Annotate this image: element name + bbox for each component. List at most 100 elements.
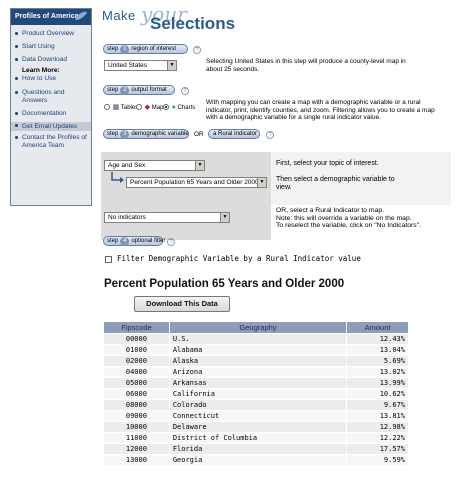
output-option-tables[interactable]: ▦ Tables	[104, 104, 138, 112]
filter-checkbox[interactable]	[105, 256, 112, 263]
column-header-amount[interactable]: Amount	[346, 321, 409, 334]
rural-select-value: No indicators	[108, 214, 146, 221]
amount-cell: 9.59%	[346, 454, 409, 466]
geography-cell: Florida	[168, 443, 348, 455]
help-icon[interactable]: ?	[193, 46, 201, 54]
sidebar-item-label: Data Download	[22, 56, 68, 64]
help-icon[interactable]: ?	[181, 87, 189, 95]
output-option-maps[interactable]: ◆ Maps	[136, 104, 166, 112]
geography-cell: Alaska	[168, 355, 348, 367]
step-region-of-interest: step 1 region of interest	[103, 44, 188, 54]
results-table: Fipscode Geography Amount 00000 U.S. 12.43…	[103, 321, 409, 466]
amount-cell: 13.99%	[346, 377, 409, 389]
title-make: Make	[102, 8, 136, 23]
radio-button[interactable]	[163, 104, 169, 110]
output-note: With mapping you can create a map with a…	[206, 99, 435, 121]
sidebar-title: Profiles of America	[15, 13, 79, 20]
sidebar-item-label: Get Email Updates	[22, 122, 78, 130]
download-data-button[interactable]: Download This Data	[134, 296, 230, 312]
amount-cell: 12.22%	[346, 432, 409, 444]
sidebar-item-label: Documentation	[22, 110, 67, 118]
fipscode-cell: 04000	[103, 366, 170, 378]
variable-select-value: Percent Population 65 Years and Older 20…	[130, 179, 259, 186]
fipscode-cell: 12000	[103, 443, 170, 455]
help-icon[interactable]: ?	[167, 238, 175, 246]
chart-icon: ●	[171, 104, 176, 111]
variable-instruction: Then select a demographic variable to vi…	[276, 176, 395, 191]
fipscode-cell: 06000	[103, 388, 170, 400]
amount-cell: 13.81%	[346, 410, 409, 422]
amount-cell: 12.43%	[346, 333, 409, 345]
geography-cell: Connecticut	[168, 410, 348, 422]
region-select-value: United States	[108, 62, 148, 69]
table-icon: ▦	[112, 104, 120, 111]
table-row: 02000 Alaska 5.69%	[103, 355, 409, 367]
page-title: Selections	[150, 14, 236, 33]
step-title: output format	[131, 87, 167, 93]
arrow-right-icon	[111, 172, 124, 183]
table-row: 11000 District of Columbia 12.22%	[103, 432, 409, 444]
step-number: 4	[120, 237, 130, 246]
table-row: 01000 Alabama 13.04%	[103, 344, 409, 356]
table-row: 12000 Florida 17.57%	[103, 443, 409, 455]
topic-select[interactable]: Age and Sex ▼	[104, 160, 205, 171]
fipscode-cell: 00000	[103, 333, 170, 345]
sidebar-item-label: Questions and Answers	[22, 88, 65, 104]
fipscode-cell: 01000	[103, 344, 170, 356]
region-select[interactable]: United States ▼	[104, 60, 177, 71]
step-label: step	[107, 87, 119, 93]
radio-button[interactable]	[104, 104, 110, 110]
sidebar-item-label: Contact the Profiles of America Team	[22, 134, 87, 149]
fipscode-cell: 02000	[103, 355, 170, 367]
geography-cell: Delaware	[168, 421, 348, 433]
sidebar-item-label: Start Using	[22, 42, 55, 50]
chevron-down-icon: ▼	[220, 213, 229, 222]
table-row: 04000 Arizona 13.02%	[103, 366, 409, 378]
step-demographic-variable: step 3 demographic variable	[103, 129, 189, 139]
table-body: 00000 U.S. 12.43% 01000 Alabama 13.04% 02000 Al…	[103, 333, 409, 466]
table-row: 10000 Delaware 12.98%	[103, 421, 409, 433]
leaf-logo-icon	[75, 11, 87, 20]
column-header-fipscode[interactable]: Fipscode	[103, 321, 170, 334]
geography-cell: California	[168, 388, 348, 400]
column-header-geography[interactable]: Geography	[168, 321, 348, 334]
help-icon[interactable]: ?	[266, 131, 274, 139]
sidebar-item-start-using[interactable]: Start Using	[11, 43, 91, 51]
sidebar-item-questions[interactable]: Questions and Answers	[11, 89, 91, 104]
sidebar-item-contact[interactable]: Contact the Profiles of America Team	[11, 134, 91, 149]
geography-cell: Alabama	[168, 344, 348, 356]
topic-instruction: First, select your topic of interest.	[276, 160, 379, 167]
sidebar-item-documentation[interactable]: Documentation	[11, 110, 91, 118]
fipscode-cell: 11000	[103, 432, 170, 444]
or-label: OR	[194, 131, 204, 138]
sidebar-item-label: Product Overview	[22, 30, 75, 37]
fipscode-cell: 10000	[103, 421, 170, 433]
step-label: step	[107, 238, 119, 244]
variable-select[interactable]: Percent Population 65 Years and Older 20…	[126, 177, 267, 188]
option-label: Charts	[177, 105, 196, 111]
radio-button[interactable]	[136, 104, 142, 110]
amount-cell: 12.98%	[346, 421, 409, 433]
output-option-charts[interactable]: ● Charts	[163, 104, 195, 112]
sidebar-item-how-to-use[interactable]: How to Use	[11, 75, 91, 83]
sidebar-item-email-updates[interactable]: Get Email Updates	[11, 121, 91, 132]
geography-cell: Colorado	[168, 399, 348, 411]
results-title: Percent Population 65 Years and Older 20…	[104, 278, 345, 290]
step-output-format: step 2 output format	[103, 85, 175, 95]
region-note: Selecting United States in this step wil…	[206, 58, 406, 73]
rural-indicator-select[interactable]: No indicators ▼	[104, 212, 230, 223]
chevron-down-icon: ▼	[195, 161, 204, 170]
rural-instruction: OR, select a Rural Indicator to map. Not…	[276, 207, 421, 229]
amount-cell: 13.02%	[346, 366, 409, 378]
step-number: 3	[120, 130, 130, 139]
sidebar-item-product-overview[interactable]: Product Overview	[11, 30, 91, 38]
step-title: region of interest	[131, 46, 177, 52]
sidebar-item-data-download[interactable]: Data Download	[11, 56, 91, 64]
step-number: 1	[120, 45, 130, 54]
rural-indicator-button[interactable]: a Rural Indicator	[208, 129, 260, 139]
table-header-row: Fipscode Geography Amount	[103, 321, 409, 334]
table-row: 13000 Georgia 9.59%	[103, 454, 409, 466]
amount-cell: 5.69%	[346, 355, 409, 367]
step-label: step	[107, 46, 119, 52]
chevron-down-icon: ▼	[167, 61, 176, 70]
